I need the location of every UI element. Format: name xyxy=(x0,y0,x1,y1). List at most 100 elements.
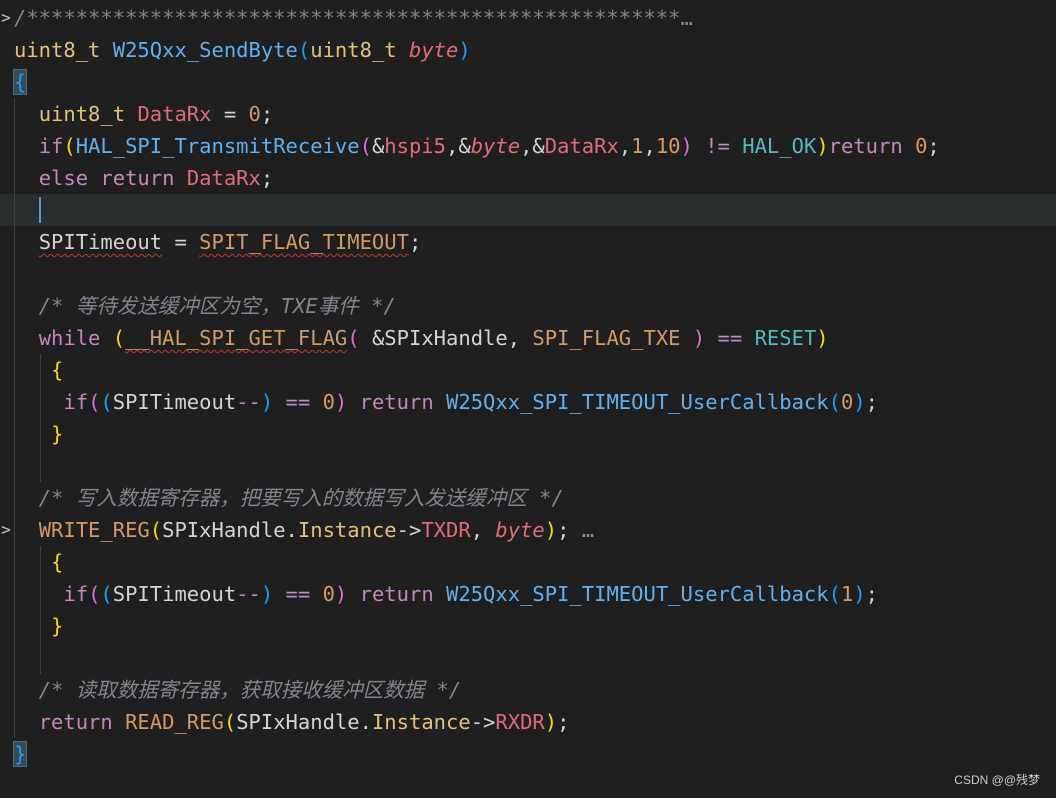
code-token: /* 写入数据寄存器，把要写入的数据写入发送缓冲区 */ xyxy=(38,486,564,510)
code-line[interactable] xyxy=(0,450,1056,482)
code-line[interactable]: /* 读取数据寄存器，获取接收缓冲区数据 */ xyxy=(0,674,1056,706)
code-token: ) xyxy=(692,326,706,350)
code-text: } xyxy=(14,610,63,642)
code-token: , xyxy=(470,518,496,542)
code-token: uint8_t xyxy=(14,38,101,62)
code-token: SPI_FLAG_TXE xyxy=(532,326,681,350)
code-line[interactable]: SPITimeout = SPIT_FLAG_TIMEOUT; xyxy=(0,226,1056,258)
code-token: ) xyxy=(853,390,866,414)
code-line[interactable]: uint8_t DataRx = 0; xyxy=(0,98,1056,130)
code-token: return xyxy=(828,134,903,158)
code-line[interactable]: if((SPITimeout--) == 0) return W25Qxx_SP… xyxy=(0,386,1056,418)
code-token: 0 xyxy=(322,390,335,414)
code-token: -> xyxy=(470,710,496,734)
text-cursor xyxy=(39,197,41,223)
code-token: ,& xyxy=(520,134,545,158)
code-token: ; xyxy=(557,710,570,734)
code-token: ( xyxy=(347,326,360,350)
code-line[interactable] xyxy=(0,642,1056,674)
code-token: ) xyxy=(334,390,348,414)
code-token: /* 等待发送缓冲区为空，TXE事件 */ xyxy=(38,294,396,318)
code-line[interactable]: uint8_t W25Qxx_SendByte(uint8_t byte) xyxy=(0,34,1056,66)
code-line[interactable]: else return DataRx; xyxy=(0,162,1056,194)
code-line[interactable] xyxy=(0,258,1056,290)
code-token: ( xyxy=(63,134,76,158)
code-line[interactable]: if((SPITimeout--) == 0) return W25Qxx_SP… xyxy=(0,578,1056,610)
code-line[interactable]: } xyxy=(0,418,1056,450)
code-line[interactable]: { xyxy=(0,546,1056,578)
code-token: 1 xyxy=(631,134,644,158)
code-token: HAL_SPI_TransmitReceive xyxy=(75,134,360,158)
code-text: else return DataRx; xyxy=(14,162,274,194)
code-text: /* 读取数据寄存器，获取接收缓冲区数据 */ xyxy=(14,674,462,706)
code-text: uint8_t DataRx = 0; xyxy=(14,98,274,130)
code-token: return xyxy=(359,582,434,606)
code-line[interactable]: return READ_REG(SPIxHandle.Instance->RXD… xyxy=(0,706,1056,738)
code-line[interactable]: /* 写入数据寄存器，把要写入的数据写入发送缓冲区 */ xyxy=(0,482,1056,514)
code-text: { xyxy=(14,354,63,386)
code-token: TXDR xyxy=(421,518,471,542)
code-token: return xyxy=(38,710,113,734)
code-token: RESET xyxy=(754,326,817,350)
code-token: WRITE_REG xyxy=(38,518,150,542)
code-token: & xyxy=(359,326,385,350)
code-token: ; xyxy=(408,230,422,254)
code-token: 0 xyxy=(840,390,854,414)
code-line[interactable]: } xyxy=(0,738,1056,770)
code-token: ) xyxy=(260,390,274,414)
code-line[interactable]: { xyxy=(0,354,1056,386)
code-token: } xyxy=(51,422,64,446)
code-token: W25Qxx_SPI_TIMEOUT_UserCallback xyxy=(446,390,829,414)
code-text: return READ_REG(SPIxHandle.Instance->RXD… xyxy=(14,706,570,738)
code-token: if xyxy=(63,390,89,414)
indent-guide xyxy=(14,258,15,290)
code-text: { xyxy=(12,66,28,98)
code-line[interactable]: { xyxy=(0,66,1056,98)
code-token: ,& xyxy=(446,134,471,158)
code-token: , xyxy=(643,134,656,158)
code-text: { xyxy=(14,546,63,578)
code-text: WRITE_REG(SPIxHandle.Instance->TXDR, byt… xyxy=(14,514,594,546)
code-token: & xyxy=(371,134,385,158)
code-line[interactable]: > WRITE_REG(SPIxHandle.Instance->TXDR, b… xyxy=(0,514,1056,546)
code-editor[interactable]: >/**************************************… xyxy=(0,0,1056,798)
code-line[interactable]: } xyxy=(0,610,1056,642)
code-line[interactable] xyxy=(0,194,1056,226)
code-token: SPITimeout xyxy=(112,582,237,606)
code-token: ( xyxy=(100,390,113,414)
fold-chevron-icon[interactable]: > xyxy=(0,514,12,546)
code-token: byte xyxy=(408,38,459,62)
code-line[interactable]: >/**************************************… xyxy=(0,2,1056,34)
code-token: while xyxy=(38,326,101,350)
code-token: SPIxHandle xyxy=(384,326,508,350)
fold-chevron-icon[interactable]: > xyxy=(0,2,12,34)
code-token: /***************************************… xyxy=(14,6,681,30)
code-token: ; xyxy=(927,134,940,158)
code-line[interactable]: if(HAL_SPI_TransmitReceive(&hspi5,&byte,… xyxy=(0,130,1056,162)
code-token: ) xyxy=(816,326,829,350)
code-token: ( xyxy=(88,390,101,414)
code-line[interactable]: while (__HAL_SPI_GET_FLAG( &SPIxHandle, … xyxy=(0,322,1056,354)
code-token: if xyxy=(63,582,89,606)
code-token: . xyxy=(359,710,372,734)
code-token: } xyxy=(12,741,28,767)
code-token: ) xyxy=(816,134,829,158)
code-token: { xyxy=(12,69,28,95)
code-line[interactable]: /* 等待发送缓冲区为空，TXE事件 */ xyxy=(0,290,1056,322)
code-token: DataRx xyxy=(186,166,261,190)
code-token: if xyxy=(38,134,64,158)
